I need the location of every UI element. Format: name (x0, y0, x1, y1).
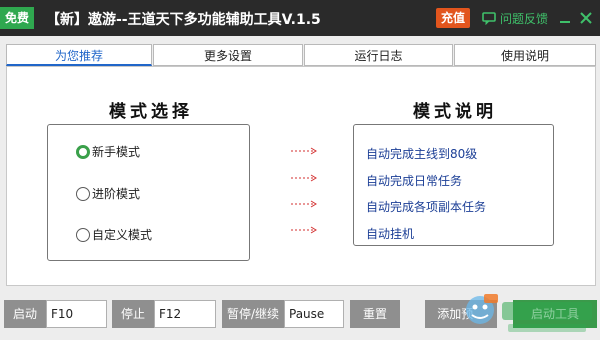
dotted-arrow-icon (291, 147, 317, 155)
mode-option-label: 新手模式 (92, 145, 141, 159)
feedback-button[interactable]: 问题反馈 (482, 10, 548, 27)
start-hotkey-label: 启动 (4, 300, 46, 328)
bottom-bar: 启动 F10 停止 F12 暂停/继续 Pause 重置 添加预... 启动工具 (0, 296, 600, 332)
mode-option-beginner[interactable]: 新手模式 (76, 143, 140, 160)
description-item: 自动完成日常任务 (366, 174, 463, 188)
close-icon[interactable] (577, 9, 595, 27)
free-badge: 免费 (0, 7, 34, 29)
mode-description-box: 自动完成主线到80级 自动完成日常任务 自动完成各项副本任务 自动挂机 (353, 124, 554, 246)
mode-select-box: 新手模式 进阶模式 自定义模式 (47, 124, 250, 261)
mode-option-custom[interactable]: 自定义模式 (76, 226, 152, 243)
pause-hotkey-input[interactable]: Pause (284, 300, 344, 328)
minimize-icon[interactable] (556, 9, 574, 27)
dotted-arrow-icon (291, 226, 317, 234)
stop-hotkey-label: 停止 (112, 300, 154, 328)
recharge-button[interactable]: 充值 (436, 8, 470, 28)
main-panel: 模式选择 模式说明 新手模式 进阶模式 自定义模式 自动完成主线到80级 自动完… (6, 66, 596, 286)
feedback-label: 问题反馈 (500, 12, 549, 26)
description-item: 自动完成主线到80级 (366, 147, 478, 161)
tab-more-settings[interactable]: 更多设置 (153, 44, 303, 66)
title-bar: 免费 【新】遨游--王道天下多功能辅助工具V.1.5 充值 问题反馈 (0, 0, 600, 36)
description-item: 自动完成各项副本任务 (366, 200, 487, 214)
tab-bar: 为您推荐 更多设置 运行日志 使用说明 (0, 44, 600, 66)
start-hotkey-input[interactable]: F10 (46, 300, 107, 328)
dotted-arrow-icon (291, 174, 317, 182)
pause-hotkey-label: 暂停/继续 (222, 300, 284, 328)
tab-instructions[interactable]: 使用说明 (454, 44, 596, 66)
mode-select-title: 模式选择 (109, 102, 193, 122)
mode-description-title: 模式说明 (413, 102, 497, 122)
feedback-icon (482, 12, 496, 25)
mode-option-label: 进阶模式 (92, 187, 141, 201)
add-preset-button[interactable]: 添加预... (425, 300, 497, 328)
start-tool-button[interactable]: 启动工具 (513, 300, 597, 328)
reset-button[interactable]: 重置 (350, 300, 400, 328)
radio-checked-icon[interactable] (76, 144, 90, 159)
tab-recommend[interactable]: 为您推荐 (6, 44, 152, 66)
tab-run-log[interactable]: 运行日志 (304, 44, 453, 66)
radio-icon[interactable] (76, 186, 90, 201)
description-item: 自动挂机 (366, 227, 415, 241)
mode-option-label: 自定义模式 (92, 228, 153, 242)
dotted-arrow-icon (291, 200, 317, 208)
stop-hotkey-input[interactable]: F12 (154, 300, 216, 328)
app-title: 【新】遨游--王道天下多功能辅助工具V.1.5 (46, 12, 321, 28)
radio-icon[interactable] (76, 227, 90, 242)
mode-option-advanced[interactable]: 进阶模式 (76, 185, 140, 202)
